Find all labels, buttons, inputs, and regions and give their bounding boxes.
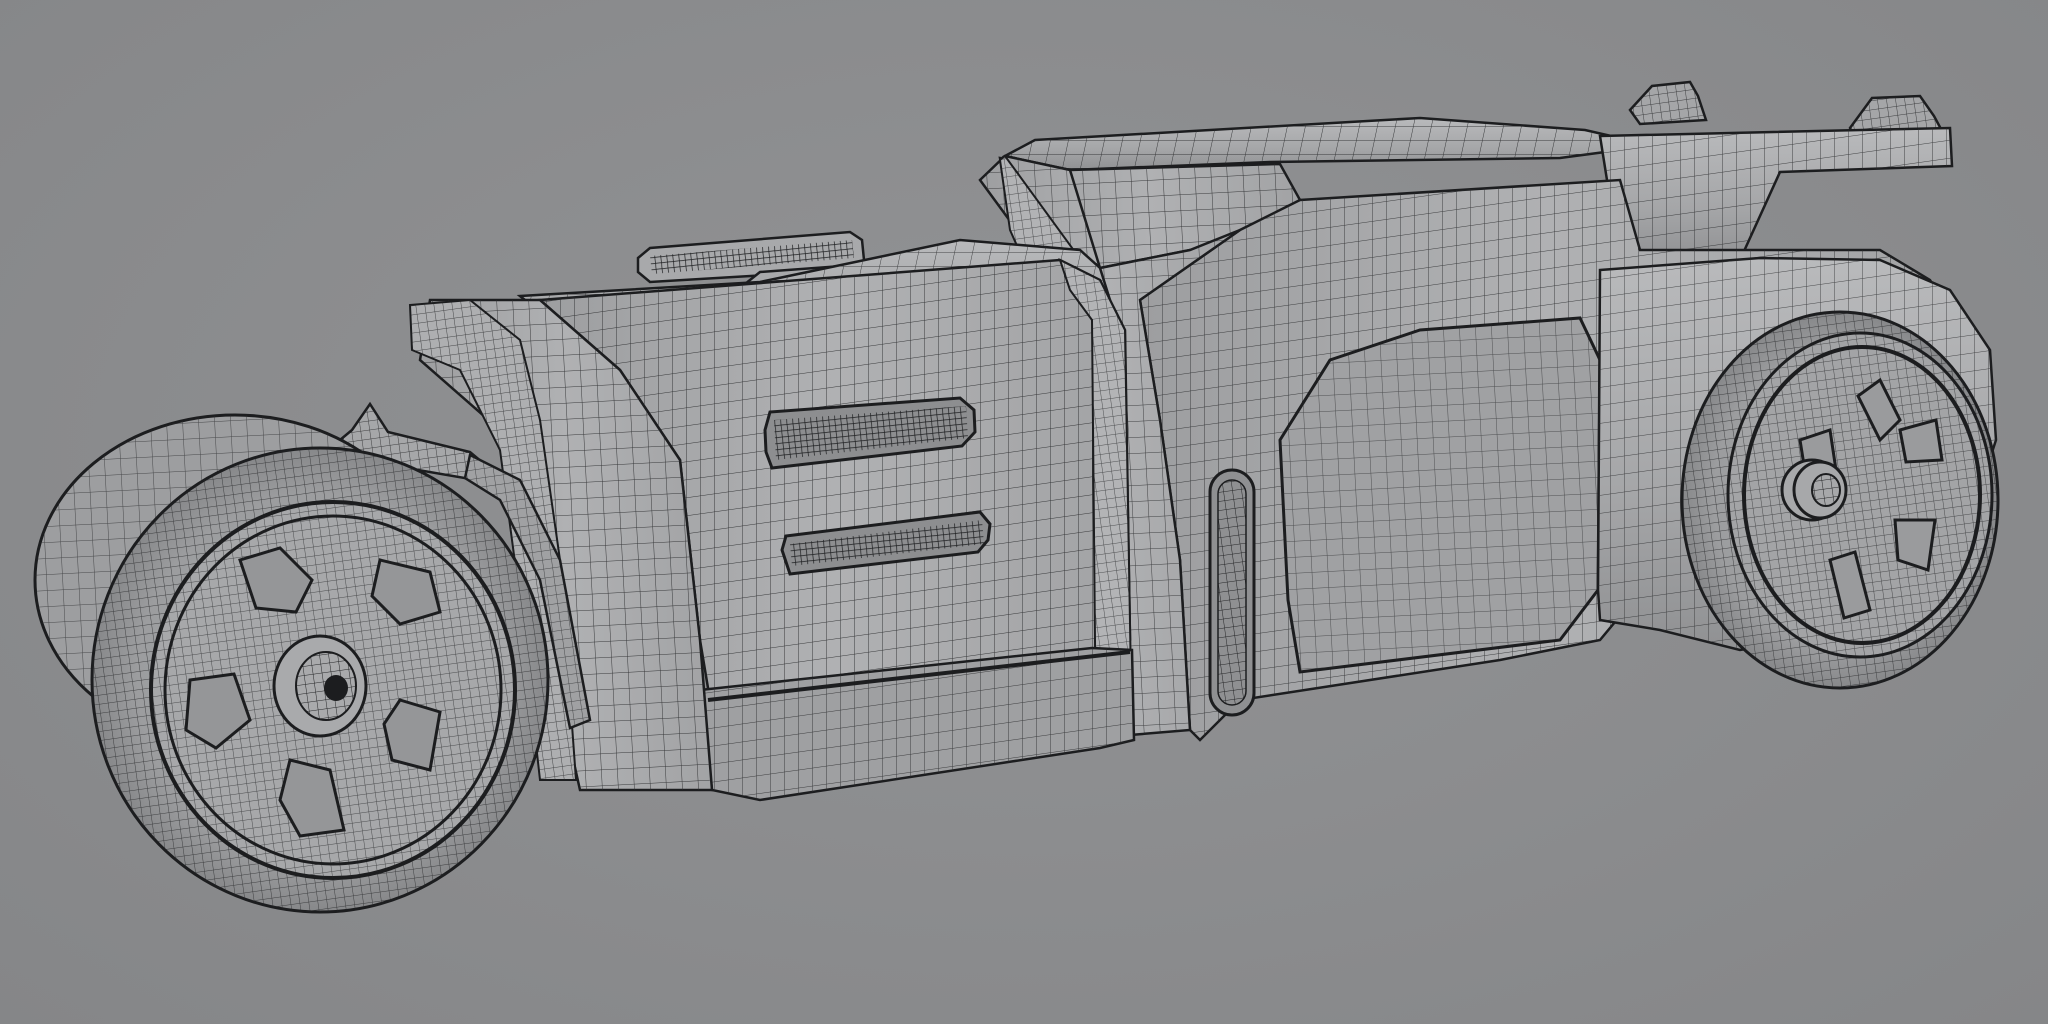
rear-axle-hub	[1792, 460, 1848, 520]
wireframe-render	[33, 80, 2000, 914]
3d-viewport[interactable]	[0, 0, 2048, 1024]
front-wheel	[33, 413, 550, 914]
